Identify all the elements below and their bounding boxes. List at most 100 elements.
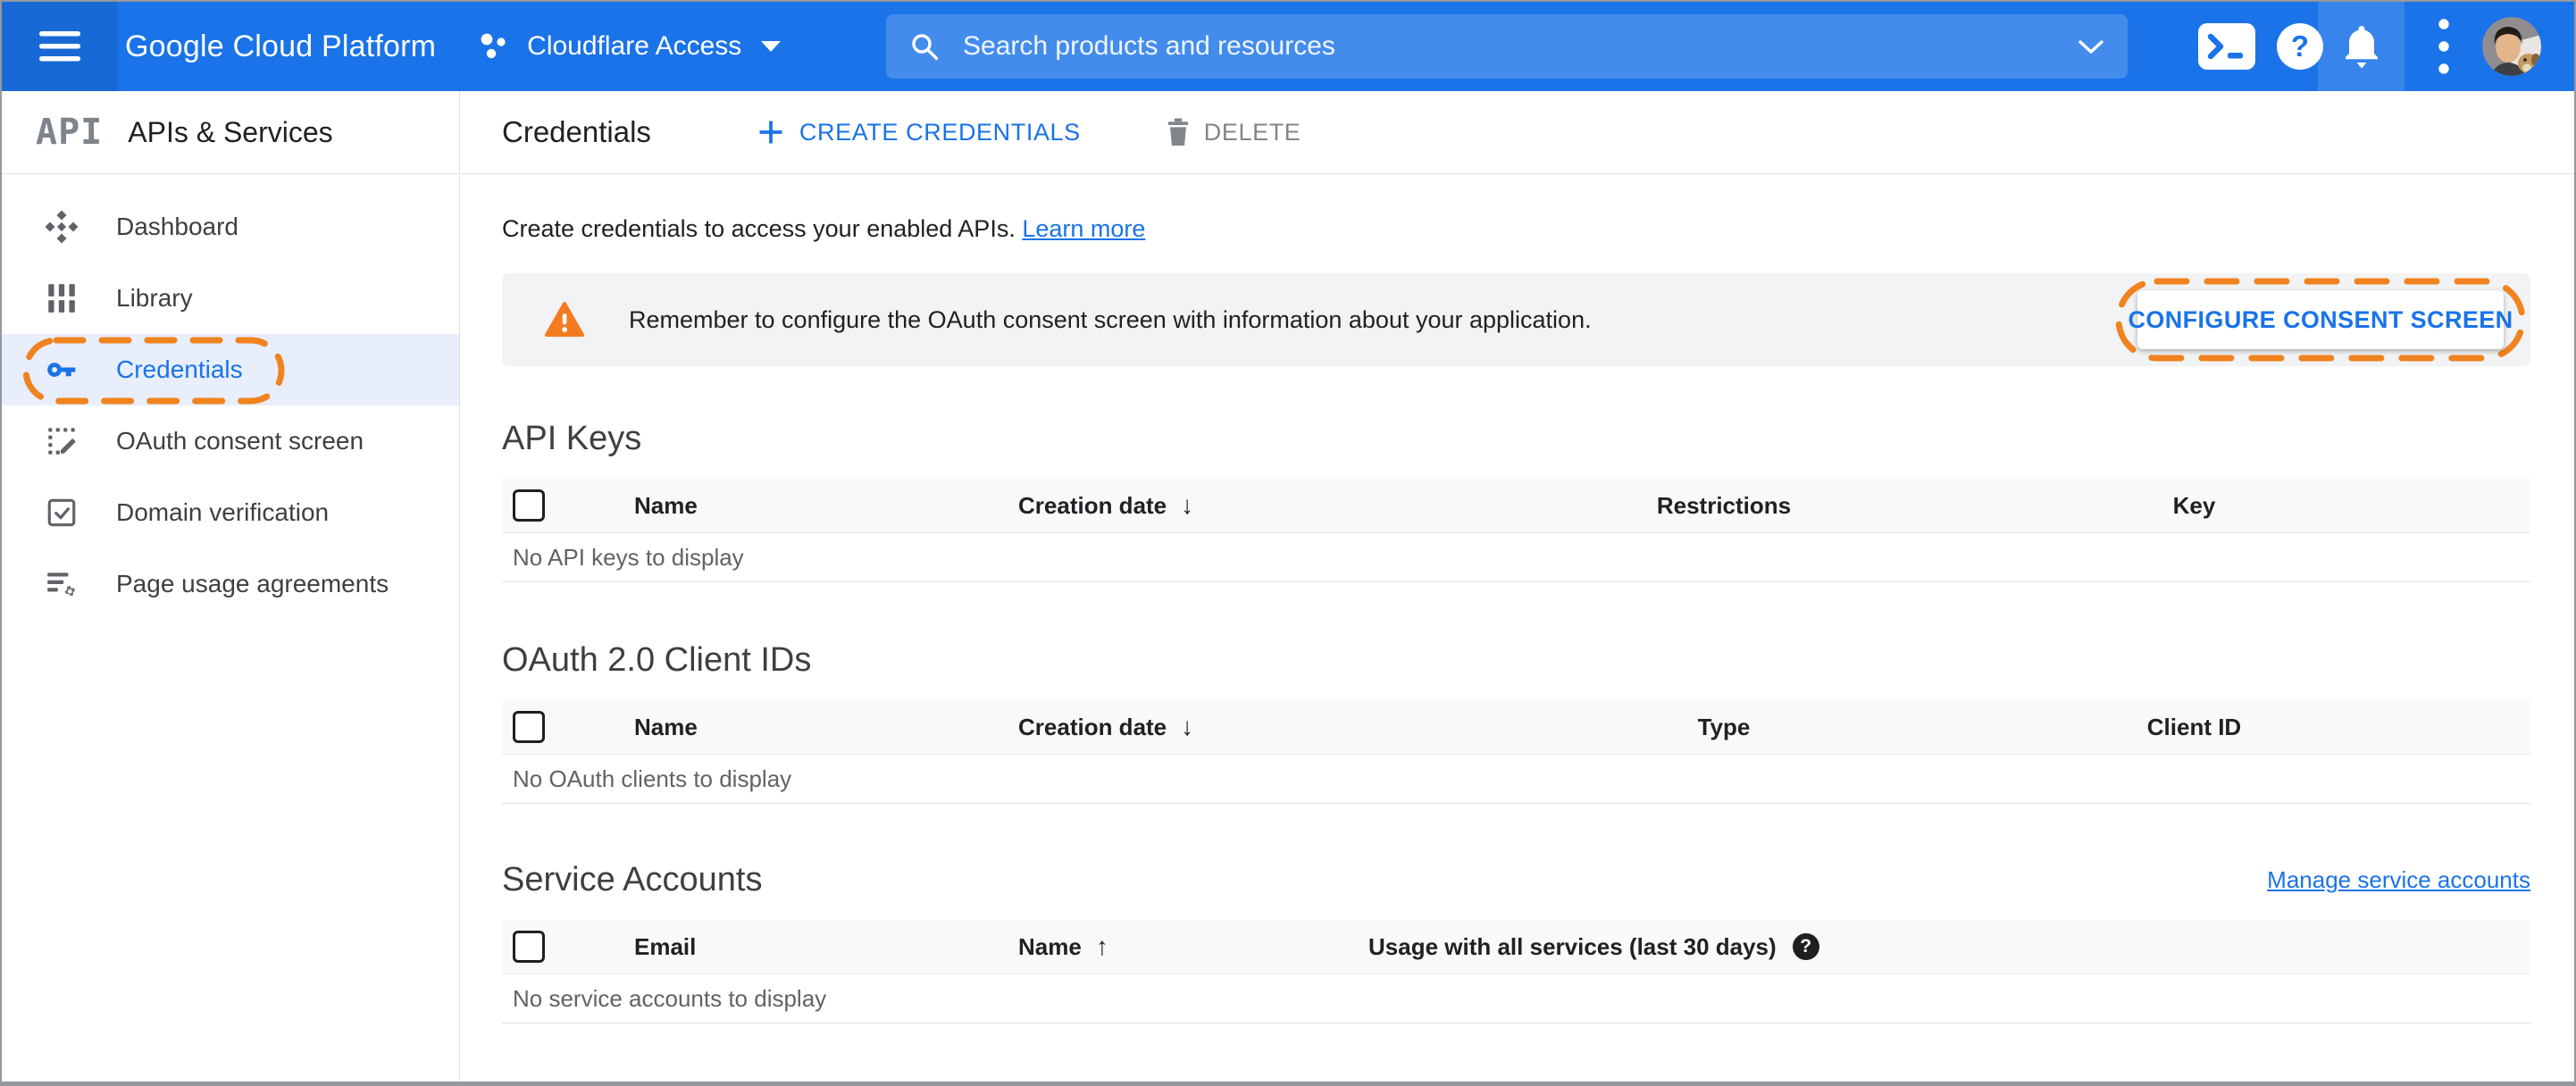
column-header-usage[interactable]: Usage with all services (last 30 days) ?: [1368, 933, 2530, 961]
cloud-shell-button[interactable]: [2188, 2, 2265, 91]
sidebar-item-page-usage-agreements[interactable]: Page usage agreements: [2, 548, 459, 620]
api-keys-header-row: Name Creation date ↓ Restrictions Key: [502, 479, 2530, 533]
domain-verification-icon: [45, 496, 79, 530]
project-name: Cloudflare Access: [527, 31, 742, 61]
name-label: Name: [1018, 932, 1082, 960]
intro-sentence: Create credentials to access your enable…: [502, 215, 1023, 242]
column-header-key[interactable]: Key: [1858, 492, 2530, 520]
sidebar-item-dashboard[interactable]: Dashboard: [2, 191, 459, 263]
project-icon: [477, 30, 509, 63]
sidebar-title: APIs & Services: [128, 115, 333, 148]
api-keys-title: API Keys: [502, 420, 642, 457]
notifications-button[interactable]: [2318, 2, 2405, 91]
agreements-icon: [45, 567, 79, 601]
sidebar-item-label: Credentials: [116, 355, 243, 383]
avatar: [2482, 17, 2541, 76]
main-content: Credentials CREATE CREDENTIALS DELETE Cr…: [461, 91, 2574, 1082]
column-header-restrictions[interactable]: Restrictions: [1590, 492, 1858, 520]
sidebar-item-label: Dashboard: [116, 213, 238, 240]
help-icon: ?: [2277, 23, 2323, 70]
select-all-cell: [502, 489, 634, 522]
oauth-empty-row: No OAuth clients to display: [502, 755, 2530, 804]
service-accounts-title-row: Service Accounts Manage service accounts: [502, 861, 2530, 899]
gcp-console-window: Google Cloud Platform Cloudflare Access: [0, 0, 2576, 1086]
service-accounts-table: Email Name ↑ Usage with all services (la…: [502, 920, 2530, 1023]
sidebar-menu: Dashboard Library Credentials OAuth cons…: [2, 174, 459, 620]
column-header-name[interactable]: Name: [634, 492, 1018, 520]
delete-button[interactable]: DELETE: [1165, 117, 1301, 147]
oauth-table: Name Creation date ↓ Type Client ID No O…: [502, 700, 2530, 804]
page-header: Credentials CREATE CREDENTIALS DELETE: [461, 91, 2574, 174]
configure-consent-wrap: CONFIGURE CONSENT SCREEN: [2114, 277, 2527, 363]
search-chevron-down-icon[interactable]: [2078, 39, 2104, 54]
project-selector[interactable]: Cloudflare Access: [477, 30, 782, 63]
page-content: Create credentials to access your enable…: [461, 215, 2574, 1023]
gcp-logo[interactable]: Google Cloud Platform: [125, 29, 436, 64]
learn-more-link[interactable]: Learn more: [1022, 215, 1145, 242]
column-header-type[interactable]: Type: [1590, 714, 1858, 741]
sidebar-item-label: OAuth consent screen: [116, 427, 364, 455]
select-all-cell: [502, 931, 634, 963]
sidebar-item-domain-verification[interactable]: Domain verification: [2, 477, 459, 548]
warning-icon: [545, 302, 584, 338]
svg-text:?: ?: [2291, 29, 2309, 63]
oauth-title: OAuth 2.0 Client IDs: [502, 641, 812, 679]
select-all-checkbox[interactable]: [513, 931, 545, 963]
usage-label: Usage with all services (last 30 days): [1368, 932, 1777, 960]
top-navigation-bar: Google Cloud Platform Cloudflare Access: [2, 2, 2574, 91]
hamburger-menu-button[interactable]: [2, 2, 118, 91]
sidebar-item-credentials[interactable]: Credentials: [2, 334, 459, 405]
column-header-name[interactable]: Name ↑: [1018, 932, 1368, 961]
sort-desc-arrow-icon: ↓: [1181, 713, 1194, 740]
manage-service-accounts-link[interactable]: Manage service accounts: [2267, 866, 2530, 894]
service-accounts-header-row: Email Name ↑ Usage with all services (la…: [502, 920, 2530, 974]
configure-consent-screen-button[interactable]: CONFIGURE CONSENT SCREEN: [2128, 290, 2513, 349]
column-header-creation-date[interactable]: Creation date ↓: [1018, 713, 1590, 741]
more-vert-icon: [2438, 19, 2449, 74]
creation-date-label: Creation date: [1018, 713, 1167, 740]
column-header-name[interactable]: Name: [634, 714, 1018, 741]
sidebar-item-label: Library: [116, 284, 193, 312]
sidebar-item-label: Domain verification: [116, 498, 330, 526]
oauth-header-row: Name Creation date ↓ Type Client ID: [502, 700, 2530, 755]
select-all-checkbox[interactable]: [513, 489, 545, 522]
sidebar-item-label: Page usage agreements: [116, 570, 389, 597]
select-all-cell: [502, 711, 634, 743]
sidebar: API APIs & Services Dashboard Library Cr…: [2, 91, 460, 1082]
library-icon: [45, 281, 79, 315]
search-input[interactable]: [961, 30, 2078, 63]
help-tooltip-icon[interactable]: ?: [1792, 933, 1819, 960]
create-credentials-label: CREATE CREDENTIALS: [799, 118, 1081, 146]
search-icon: [909, 31, 940, 62]
page-title: Credentials: [502, 115, 651, 148]
account-avatar-button[interactable]: [2479, 2, 2545, 91]
column-header-client-id[interactable]: Client ID: [1858, 714, 2530, 741]
menu-icon: [39, 31, 80, 62]
intro-text: Create credentials to access your enable…: [502, 215, 2530, 243]
column-header-email[interactable]: Email: [634, 933, 1018, 961]
sidebar-item-oauth-consent-screen[interactable]: OAuth consent screen: [2, 405, 459, 477]
sidebar-item-library[interactable]: Library: [2, 263, 459, 334]
cloud-shell-icon: [2198, 23, 2255, 70]
column-header-creation-date[interactable]: Creation date ↓: [1018, 491, 1590, 520]
create-credentials-button[interactable]: CREATE CREDENTIALS: [757, 118, 1081, 146]
plus-icon: [757, 118, 785, 146]
consent-warning-banner: Remember to configure the OAuth consent …: [502, 273, 2530, 366]
select-all-checkbox[interactable]: [513, 711, 545, 743]
service-accounts-title: Service Accounts: [502, 861, 763, 898]
banner-text: Remember to configure the OAuth consent …: [629, 305, 1592, 333]
key-icon: [45, 353, 79, 387]
trash-icon: [1165, 117, 1192, 147]
project-caret-down-icon: [761, 41, 782, 52]
api-keys-table: Name Creation date ↓ Restrictions Key No…: [502, 479, 2530, 582]
creation-date-label: Creation date: [1018, 491, 1167, 519]
service-accounts-empty-row: No service accounts to display: [502, 974, 2530, 1023]
more-options-button[interactable]: [2419, 2, 2469, 91]
consent-screen-icon: [45, 424, 79, 458]
sort-asc-arrow-icon: ↑: [1095, 932, 1108, 960]
search-bar[interactable]: [886, 14, 2128, 79]
sort-desc-arrow-icon: ↓: [1181, 491, 1194, 519]
api-logo: API: [36, 112, 104, 153]
notifications-bell-icon: [2342, 24, 2381, 69]
dashboard-icon: [45, 210, 79, 244]
